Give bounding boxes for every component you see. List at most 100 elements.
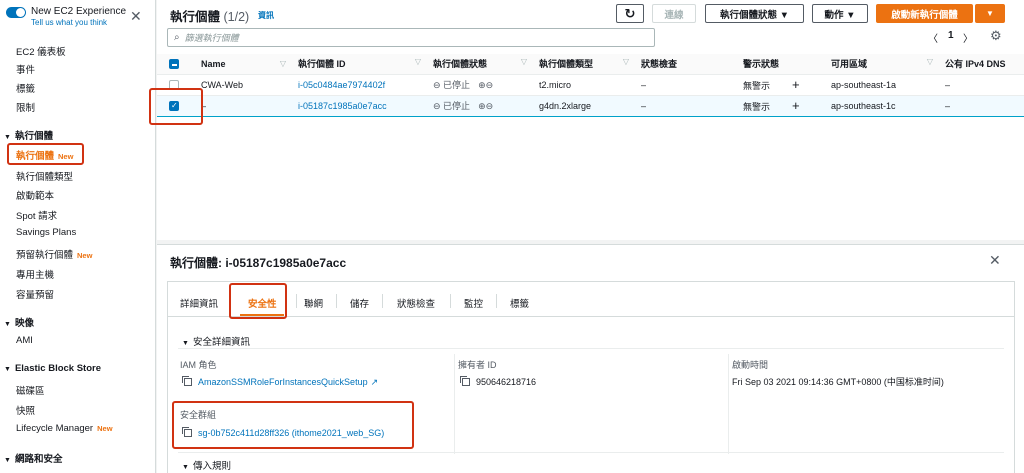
add-alarm-icon[interactable]: + xyxy=(792,77,800,92)
caret-down-icon: ▼ xyxy=(4,457,11,464)
close-icon[interactable]: ✕ xyxy=(989,252,1001,269)
sidebar-section-instances[interactable]: ▼ 執行個體 xyxy=(4,128,53,142)
inbound-rules-section-header[interactable]: ▼ 傳入規則 xyxy=(182,458,231,472)
stopped-icon: ⊖ xyxy=(433,101,444,111)
tab-status-checks[interactable]: 狀態檢查 xyxy=(397,296,435,310)
security-details-section-header[interactable]: ▼ 安全詳細資訊 xyxy=(182,334,250,348)
cell-instance-id[interactable]: i-05c0484ae7974402f xyxy=(292,74,427,96)
column-header-availability-zone[interactable]: 可用區域 ▽ xyxy=(825,54,939,75)
launch-instance-button[interactable]: 啟動新執行個體 xyxy=(876,4,973,23)
detail-title: 執行個體: i-05187c1985a0e7acc xyxy=(170,256,347,270)
column-header-alarm-status[interactable]: 警示狀態 xyxy=(737,54,825,75)
tab-tags[interactable]: 標籤 xyxy=(510,296,529,310)
iam-role-label: IAM 角色 xyxy=(180,360,217,370)
external-link-icon: ↗ xyxy=(370,377,379,387)
launch-time-value: Fri Sep 03 2021 09:14:36 GMT+0800 (中国标准时… xyxy=(732,377,944,387)
sidebar-item-reserved-instances[interactable]: 預留執行個體 New xyxy=(16,247,92,261)
filter-icon[interactable]: ▽ xyxy=(623,57,629,66)
iam-role-link[interactable]: AmazonSSMRoleForInstancesQuickSetup ↗ xyxy=(182,376,379,388)
sidebar-item-instance-types[interactable]: 執行個體類型 xyxy=(16,169,73,183)
new-badge: New xyxy=(77,251,93,260)
filter-icon[interactable]: ▽ xyxy=(280,59,286,68)
highlight-box-security-tab xyxy=(229,283,287,319)
sidebar-item-capacity-reservations[interactable]: 容量預留 xyxy=(16,287,54,301)
next-page-button[interactable]: 〉 xyxy=(963,30,973,45)
add-alarm-icon[interactable]: + xyxy=(792,98,800,113)
sidebar-item-dashboard[interactable]: EC2 儀表板 xyxy=(16,44,66,58)
table-row[interactable]: – i-05187c1985a0e7acc ⊖ 已停止⊕⊖ g4dn.2xlar… xyxy=(157,94,1024,117)
cell-state: ⊖ 已停止 ⊕⊖ xyxy=(427,74,533,96)
new-experience-toggle-row[interactable]: New EC2 Experience Tell us what you thin… xyxy=(6,6,126,27)
sidebar-section-ebs[interactable]: ▼ Elastic Block Store xyxy=(4,363,101,374)
connect-button[interactable]: 連線 xyxy=(652,4,696,23)
zoom-icons[interactable]: ⊕⊖ xyxy=(478,80,493,90)
sidebar-item-launch-templates[interactable]: 啟動範本 xyxy=(16,188,54,202)
instance-state-dropdown[interactable]: 執行個體狀態 ▼ xyxy=(705,4,804,23)
cell-type: g4dn.2xlarge xyxy=(533,94,635,117)
feedback-link[interactable]: Tell us what you think xyxy=(31,18,126,27)
gear-icon[interactable]: ⚙ xyxy=(990,28,1002,44)
column-header-name[interactable]: Name ▽ xyxy=(195,54,292,75)
new-experience-label: New EC2 Experience xyxy=(31,6,127,17)
instances-table: Name ▽ 執行個體 ID ▽ 執行個體狀態 ▽ 執行個體類型 ▽ 狀態檢查 警示狀態… xyxy=(157,54,1024,117)
new-badge: New xyxy=(58,152,74,161)
sidebar-item-instances[interactable]: 執行個體 New xyxy=(16,148,73,162)
cell-instance-id[interactable]: i-05187c1985a0e7acc xyxy=(292,94,427,117)
caret-down-icon: ▼ xyxy=(4,366,11,373)
cell-zone: ap-southeast-1c xyxy=(825,94,939,117)
refresh-icon: ↻ xyxy=(624,5,636,21)
selection-count: (1/2) xyxy=(223,10,250,24)
cell-zone: ap-southeast-1a xyxy=(825,74,939,96)
select-all-checkbox-cell[interactable] xyxy=(157,54,195,75)
column-header-status-check[interactable]: 狀態檢查 xyxy=(635,54,737,75)
sidebar-item-tags[interactable]: 標籤 xyxy=(16,81,35,95)
sidebar-item-spot-requests[interactable]: Spot 請求 xyxy=(16,208,57,222)
caret-down-icon: ▼ xyxy=(4,134,11,141)
cell-status-check: – xyxy=(635,94,737,117)
table-row[interactable]: CWA-Web i-05c0484ae7974402f ⊖ 已停止 ⊕⊖ t2.m… xyxy=(157,74,1024,96)
page-number[interactable]: 1 xyxy=(948,30,954,41)
tab-networking[interactable]: 聯網 xyxy=(304,296,323,310)
tab-storage[interactable]: 儲存 xyxy=(350,296,369,310)
zoom-icons[interactable]: ⊕⊖ xyxy=(478,101,493,111)
filter-icon[interactable]: ▽ xyxy=(415,57,421,66)
sidebar-item-snapshots[interactable]: 快照 xyxy=(16,403,35,417)
highlight-box-checkbox xyxy=(149,88,203,125)
column-header-instance-type[interactable]: 執行個體類型 ▽ xyxy=(533,54,635,75)
sidebar-close-icon[interactable]: ✕ xyxy=(130,9,142,23)
cell-state: ⊖ 已停止 ⊕⊖ xyxy=(427,94,533,117)
tab-details[interactable]: 詳細資訊 xyxy=(180,296,218,310)
sidebar-item-volumes[interactable]: 磁碟區 xyxy=(16,383,45,397)
filter-icon[interactable]: ▽ xyxy=(521,57,527,66)
caret-down-icon: ▼ xyxy=(182,340,189,347)
sidebar-item-dedicated-hosts[interactable]: 專用主機 xyxy=(16,267,54,281)
sidebar-item-lifecycle-manager[interactable]: Lifecycle Manager New xyxy=(16,423,113,434)
search-input[interactable]: ⌕ 篩選執行個體 xyxy=(167,28,655,47)
sidebar-section-images[interactable]: ▼ 映像 xyxy=(4,315,34,329)
prev-page-button[interactable]: 〈 xyxy=(928,30,938,45)
sidebar-item-savings-plans[interactable]: Savings Plans xyxy=(16,227,76,238)
select-all-checkbox[interactable] xyxy=(169,59,179,70)
sidebar-item-limits[interactable]: 限制 xyxy=(16,100,35,114)
cell-status-check: – xyxy=(635,74,737,96)
cell-dns: – xyxy=(939,94,1024,117)
new-experience-toggle[interactable] xyxy=(6,7,26,18)
column-header-instance-id[interactable]: 執行個體 ID ▽ xyxy=(292,54,427,75)
launch-dropdown-button[interactable]: ▼ xyxy=(975,4,1005,23)
sidebar-item-events[interactable]: 事件 xyxy=(16,62,35,76)
sidebar-section-network[interactable]: ▼ 網路和安全 xyxy=(4,451,62,465)
info-link[interactable]: 資訊 xyxy=(258,10,274,21)
actions-dropdown[interactable]: 動作 ▼ xyxy=(812,4,868,23)
copy-icon[interactable] xyxy=(460,376,470,386)
refresh-button[interactable]: ↻ xyxy=(616,4,644,23)
column-header-public-dns[interactable]: 公有 IPv4 DNS xyxy=(939,54,1024,75)
copy-icon[interactable] xyxy=(182,376,192,386)
page-title: 執行個體 (1/2) xyxy=(170,10,250,24)
sidebar-item-ami[interactable]: AMI xyxy=(16,335,33,346)
instances-panel: 執行個體 (1/2) 資訊 ↻ 連線 執行個體狀態 ▼ 動作 ▼ 啟動新執行個體… xyxy=(157,0,1024,240)
owner-id-label: 擁有者 ID xyxy=(458,360,497,370)
filter-icon[interactable]: ▽ xyxy=(927,57,933,66)
tab-monitoring[interactable]: 監控 xyxy=(464,296,483,310)
column-header-instance-state[interactable]: 執行個體狀態 ▽ xyxy=(427,54,533,75)
cell-alarm: 無警示 + xyxy=(737,74,825,96)
